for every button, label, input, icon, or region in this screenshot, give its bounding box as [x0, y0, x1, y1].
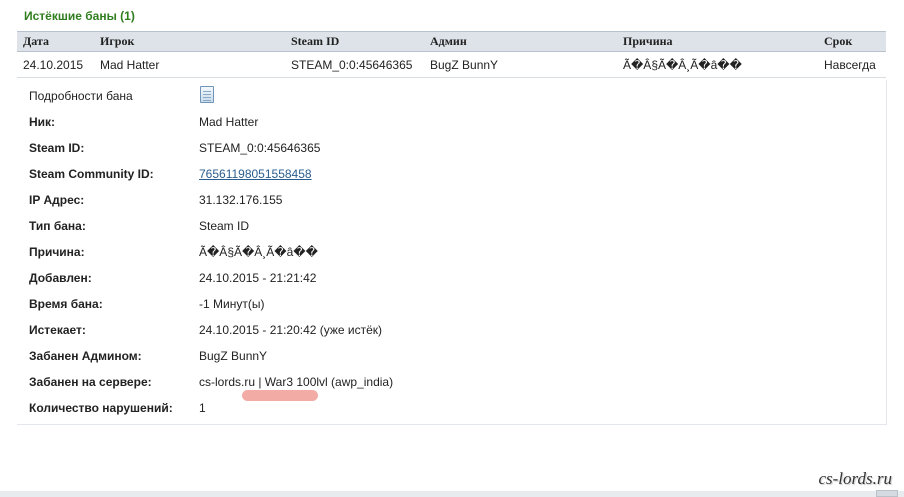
column-header-steam-id[interactable]: Steam ID [285, 31, 424, 52]
detail-label: Забанен на сервере: [29, 375, 152, 389]
detail-row-added: Добавлен: 24.10.2015 - 21:21:42 [17, 268, 877, 288]
horizontal-scrollbar[interactable] [0, 491, 904, 497]
column-header-term[interactable]: Срок [818, 31, 886, 52]
detail-value-nick: Mad Hatter [199, 115, 259, 129]
detail-value-community-id: 76561198051558458 [199, 167, 312, 181]
detail-label: Steam Community ID: [29, 167, 154, 181]
detail-row-ban-time: Время бана: -1 Минут(ы) [17, 294, 877, 314]
detail-label: Добавлен: [29, 271, 92, 285]
detail-value-server: cs-lords.ru | War3 100lvl (awp_india) [199, 375, 394, 389]
column-header-date[interactable]: Дата [17, 31, 94, 52]
detail-value-steam-id: STEAM_0:0:45646365 [199, 141, 321, 155]
detail-row-violations: Количество нарушений: 1 [17, 398, 877, 418]
detail-label: Истекает: [29, 323, 86, 337]
detail-row-ban-details: Подробности бана [17, 86, 877, 106]
cell-date: 24.10.2015 [17, 51, 94, 78]
cell-steam-id: STEAM_0:0:45646365 [285, 51, 424, 78]
detail-value-banned-by: BugZ BunnY [199, 349, 268, 363]
table-header-row: Дата Игрок Steam ID Админ Причина Срок [17, 31, 886, 52]
steam-community-link[interactable]: 76561198051558458 [199, 167, 312, 181]
table-row[interactable]: 24.10.2015 Mad Hatter STEAM_0:0:45646365… [17, 51, 886, 78]
ban-details-panel: Подробности бана Ник: Mad Hatter Steam I… [17, 80, 887, 425]
detail-value-violations: 1 [199, 401, 206, 415]
cell-admin: BugZ BunnY [424, 51, 617, 78]
scrollbar-thumb[interactable] [876, 490, 898, 497]
detail-value-ip: 31.132.176.155 [199, 193, 283, 207]
detail-row-steam-id: Steam ID: STEAM_0:0:45646365 [17, 138, 877, 158]
detail-row-expires: Истекает: 24.10.2015 - 21:20:42 (уже ист… [17, 320, 877, 340]
detail-label: Тип бана: [29, 219, 86, 233]
cell-reason: Ã�Â§Ã�Â¸Ã�â�� [617, 51, 818, 78]
detail-label: Steam ID: [29, 141, 85, 155]
detail-label: Подробности бана [29, 89, 133, 103]
detail-row-ban-type: Тип бана: Steam ID [17, 216, 877, 236]
detail-value-ban-type: Steam ID [199, 219, 250, 233]
expired-bans-table: Дата Игрок Steam ID Админ Причина Срок 2… [17, 31, 886, 78]
detail-row-reason: Причина: Ã�Â§Ã�Â¸Ã�â�� [17, 242, 877, 262]
column-header-player[interactable]: Игрок [94, 31, 285, 52]
detail-row-server: Забанен на сервере: cs-lords.ru | War3 1… [17, 372, 877, 392]
detail-label: Причина: [29, 245, 85, 259]
cell-player: Mad Hatter [94, 51, 285, 78]
detail-label: Количество нарушений: [29, 401, 173, 415]
highlight-marker [242, 390, 318, 401]
detail-label: IP Адрес: [29, 193, 85, 207]
detail-row-banned-by: Забанен Админом: BugZ BunnY [17, 346, 877, 366]
watermark: cs-lords.ru [818, 469, 892, 488]
detail-row-nick: Ник: Mad Hatter [17, 112, 877, 132]
detail-value-ban-time: -1 Минут(ы) [199, 297, 265, 311]
detail-value-reason: Ã�Â§Ã�Â¸Ã�â�� [199, 245, 318, 259]
detail-value-expires: 24.10.2015 - 21:20:42 (уже истёк) [199, 323, 383, 337]
document-icon[interactable] [200, 86, 214, 103]
section-title: Истёкшие баны (1) [24, 9, 135, 23]
detail-value-added: 24.10.2015 - 21:21:42 [199, 271, 317, 285]
cell-term: Навсегда [818, 51, 886, 78]
column-header-reason[interactable]: Причина [617, 31, 818, 52]
detail-row-community-id: Steam Community ID: 76561198051558458 [17, 164, 877, 184]
detail-label: Забанен Админом: [29, 349, 142, 363]
column-header-admin[interactable]: Админ [424, 31, 617, 52]
detail-label: Ник: [29, 115, 56, 129]
detail-row-ip: IP Адрес: 31.132.176.155 [17, 190, 877, 210]
detail-label: Время бана: [29, 297, 103, 311]
